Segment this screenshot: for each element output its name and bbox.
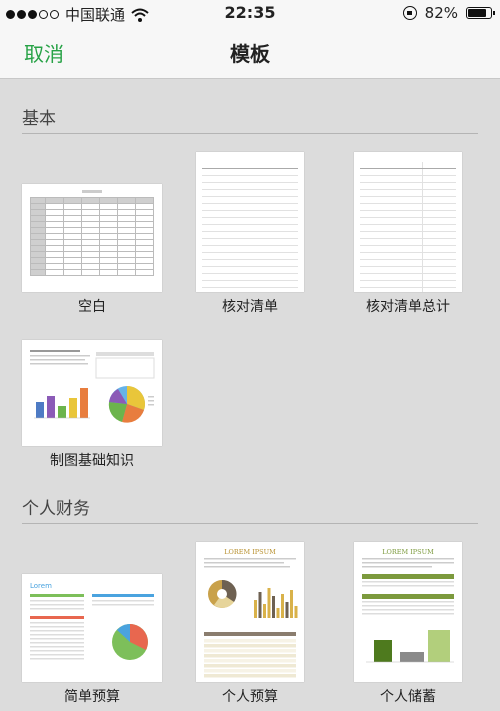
thumb-bar [290, 590, 293, 618]
blank-sheet-thumbnail [30, 190, 154, 276]
battery-percent: 82% [424, 4, 458, 22]
charting-basics-thumbnail [30, 350, 155, 423]
thumb-row [204, 659, 296, 663]
template-personal-savings[interactable]: LOREM IPSUM [354, 542, 462, 682]
thumb-row [204, 674, 296, 678]
thumb-row [204, 639, 296, 643]
status-right: 82% [402, 4, 495, 22]
template-label: 制图基础知识 [50, 453, 134, 469]
page-title: 模板 [230, 42, 270, 66]
template-label: 简单预算 [64, 689, 120, 705]
template-checklist-total[interactable] [354, 152, 462, 292]
nav-bar: 取消 模板 [0, 26, 500, 79]
thumb-row [204, 669, 296, 673]
template-label: 个人预算 [222, 689, 278, 705]
template-label: 个人储蓄 [380, 689, 436, 705]
checklist-total-thumbnail [360, 162, 456, 292]
thumb-bar [285, 602, 289, 618]
section-title-basic: 基本 [22, 109, 56, 129]
template-personal-budget[interactable]: LOREM IPSUM [196, 542, 304, 682]
personal-savings-thumbnail: LOREM IPSUM [362, 548, 454, 663]
rotation-lock-icon [402, 6, 417, 20]
battery-icon [466, 7, 495, 19]
thumb-row [204, 654, 296, 658]
thumb-bar [294, 606, 298, 618]
thumb-bar [69, 398, 77, 418]
checklist-thumbnail [202, 162, 298, 292]
thumb-bar [267, 588, 271, 618]
thumb-bar [276, 608, 280, 618]
thumb-text: LOREM IPSUM [382, 548, 434, 556]
thumb-bar [58, 406, 66, 418]
thumb-bar [254, 600, 257, 618]
thumb-row [204, 649, 296, 653]
template-label: 核对清单 [222, 299, 278, 315]
thumb-text: LOREM IPSUM [224, 548, 276, 556]
thumb-bar [272, 596, 275, 618]
section-divider [22, 133, 478, 134]
template-simple-budget[interactable]: Lorem [22, 574, 162, 682]
thumb-bar [36, 402, 44, 418]
thumb-bar [47, 396, 55, 418]
status-bar: 中国联通 22:35 82% [0, 0, 500, 26]
thumb-row [204, 664, 296, 668]
section-title-personal-finance: 个人财务 [22, 499, 90, 519]
template-label: 空白 [78, 299, 106, 315]
thumb-bar [281, 594, 284, 618]
personal-budget-thumbnail: LOREM IPSUM [204, 548, 298, 678]
template-charting-basics[interactable] [22, 340, 162, 446]
thumb-row [204, 644, 296, 648]
thumb-bar [80, 388, 88, 418]
template-label: 核对清单总计 [366, 299, 450, 315]
thumb-text: Lorem [30, 582, 52, 590]
template-blank[interactable] [22, 184, 162, 292]
template-checklist[interactable] [196, 152, 304, 292]
thumb-bar [263, 604, 266, 618]
thumb-bar [258, 592, 262, 618]
section-divider [22, 523, 478, 524]
simple-budget-thumbnail: Lorem [30, 582, 154, 660]
